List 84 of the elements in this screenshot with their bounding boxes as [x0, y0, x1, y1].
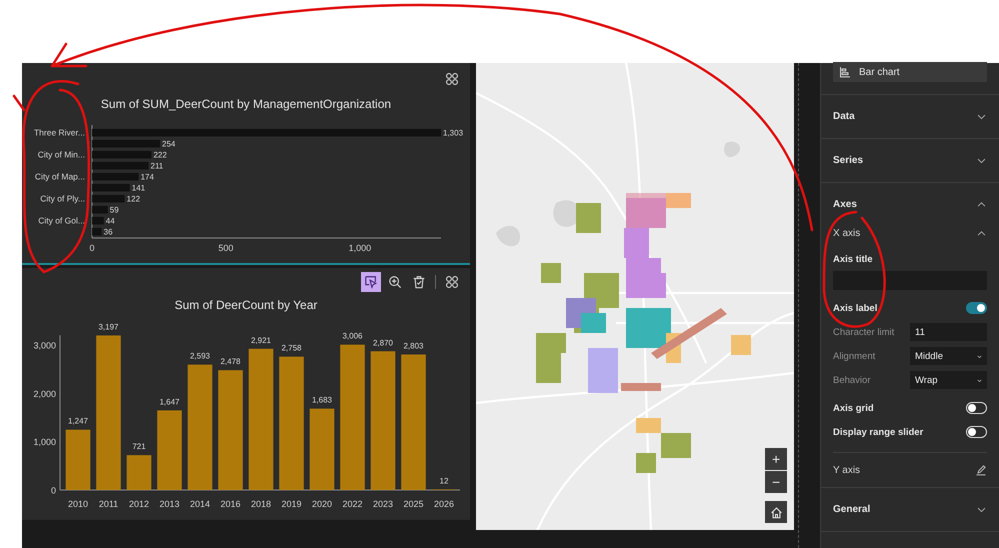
toggle-switch[interactable] [966, 302, 987, 314]
data-label: 59 [110, 206, 119, 215]
select-icon [364, 275, 378, 289]
data-label: 1,303 [443, 128, 464, 138]
section-header[interactable]: Series [833, 155, 864, 166]
data-label: 2,870 [372, 338, 394, 348]
tick-label: 500 [218, 243, 234, 253]
data-label: 2,803 [403, 342, 424, 350]
category-label: City of Gol... [38, 216, 85, 226]
data-label: 141 [132, 184, 146, 193]
chart-type-button[interactable]: Bar chart [833, 62, 987, 82]
zoom-out-button[interactable]: − [765, 471, 788, 493]
data-label: 254 [162, 140, 176, 149]
select-button[interactable] [361, 272, 381, 292]
layout-icon [445, 275, 459, 289]
data-label: 12 [440, 476, 448, 486]
zoom-in-button[interactable]: + [765, 448, 788, 470]
trash-icon [412, 275, 426, 289]
data-label: 36 [104, 228, 113, 237]
data-label: 2,921 [250, 336, 272, 345]
category-label: City of Map... [34, 172, 85, 182]
tick-label: 0 [50, 486, 56, 496]
category-label: 2011 [98, 499, 118, 509]
home-button[interactable] [765, 501, 788, 523]
category-label: City of Ply... [40, 194, 85, 204]
tick-label: 3,000 [33, 340, 56, 350]
dropdown[interactable]: Middle [910, 347, 987, 365]
data-label: 721 [132, 442, 146, 452]
section-header[interactable]: Data [833, 111, 855, 122]
category-label: 2023 [372, 499, 394, 509]
field-label: Behavior [833, 374, 870, 386]
home-icon [770, 506, 783, 518]
data-label: 1,247 [68, 416, 88, 426]
field-label: Axis title [833, 254, 874, 265]
section-header[interactable]: Axes [833, 199, 857, 210]
data-label: 44 [106, 216, 115, 226]
tick-label: 1,000 [348, 243, 372, 253]
chart-type-label: Bar chart [859, 66, 900, 78]
tick-label: 0 [90, 243, 94, 253]
data-label: 211 [150, 162, 164, 171]
tick-label: 1,000 [33, 437, 56, 448]
number-field[interactable]: 11 [910, 323, 987, 341]
category-label: 2010 [68, 499, 88, 509]
section-header[interactable]: General [833, 504, 870, 515]
data-label: 174 [140, 172, 154, 182]
category-label: 2012 [128, 499, 150, 509]
category-label: 2014 [190, 499, 210, 509]
category-label: 2022 [342, 499, 363, 509]
field-label: Character limit [833, 326, 894, 338]
data-label: 3,006 [342, 332, 363, 341]
category-label: 2019 [281, 499, 302, 509]
layout-icon [445, 72, 459, 86]
dropdown-value: Middle [915, 350, 943, 362]
data-label: 122 [126, 194, 140, 204]
data-label: 2,758 [281, 344, 302, 353]
category-label: 2026 [434, 499, 454, 509]
data-label: 2,478 [220, 357, 241, 366]
tick-label: 2,000 [33, 388, 56, 399]
toggle-label: Axis label [833, 302, 878, 314]
chart-title: Sum of DeerCount by Year [174, 298, 318, 312]
data-label: 1,647 [159, 397, 180, 406]
category-label: 2018 [250, 499, 272, 509]
bar-chart-icon [839, 66, 851, 78]
category-label: 2025 [403, 499, 424, 509]
category-label: 2016 [220, 499, 241, 509]
data-label: 2,593 [190, 352, 210, 361]
field-label: Alignment [833, 350, 876, 362]
text-field[interactable] [833, 271, 987, 290]
dropdown[interactable]: Wrap [910, 371, 987, 389]
data-label: 3,197 [98, 322, 119, 332]
category-label: Three River... [34, 128, 85, 138]
chart-title: Sum of SUM_DeerCount by ManagementOrganization [100, 97, 392, 111]
category-label: 2020 [312, 499, 332, 509]
data-label: 222 [153, 150, 167, 160]
pencil-icon[interactable] [975, 464, 987, 476]
data-label: 1,683 [312, 396, 332, 405]
toggle-label: Axis grid [833, 402, 874, 414]
dropdown-value: Wrap [915, 374, 938, 386]
toggle-label: Display range slider [833, 426, 924, 438]
subsection-header[interactable]: Y axis [833, 464, 860, 476]
zoom-in-icon [388, 275, 402, 289]
category-label: City of Min... [38, 150, 85, 160]
category-label: 2013 [159, 499, 180, 509]
subsection-header[interactable]: X axis [833, 228, 860, 238]
